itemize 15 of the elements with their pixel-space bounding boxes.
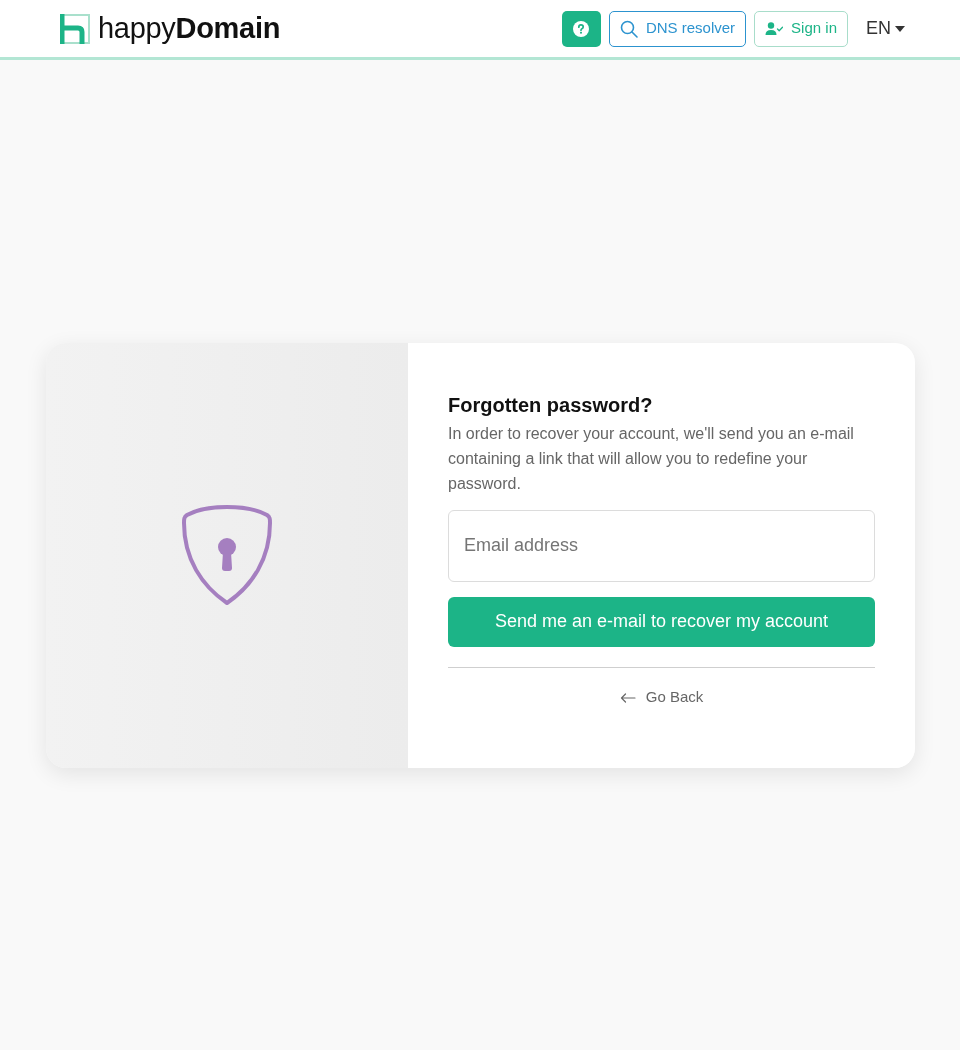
arrow-left-icon — [619, 692, 636, 703]
back-link[interactable]: Go Back — [619, 686, 704, 709]
dns-resolver-button[interactable]: DNS resolver — [608, 10, 747, 47]
form-title: Forgotten password? — [448, 392, 654, 417]
form-description: In order to recover your account, we'll send you an e-mail containing a link that will allow you to redefine your password. — [448, 423, 855, 494]
caret-icon — [895, 25, 905, 32]
email-field[interactable]: Email address — [448, 509, 875, 582]
language-dropdown[interactable]: EN — [852, 15, 905, 42]
logo-text[interactable]: happyDomain — [98, 14, 281, 43]
user-check-icon — [765, 19, 784, 38]
help-icon — [573, 20, 590, 37]
help-button[interactable] — [561, 10, 601, 47]
search-icon — [619, 19, 638, 38]
logo-icon — [60, 13, 90, 44]
shield-lock-icon — [182, 504, 272, 606]
